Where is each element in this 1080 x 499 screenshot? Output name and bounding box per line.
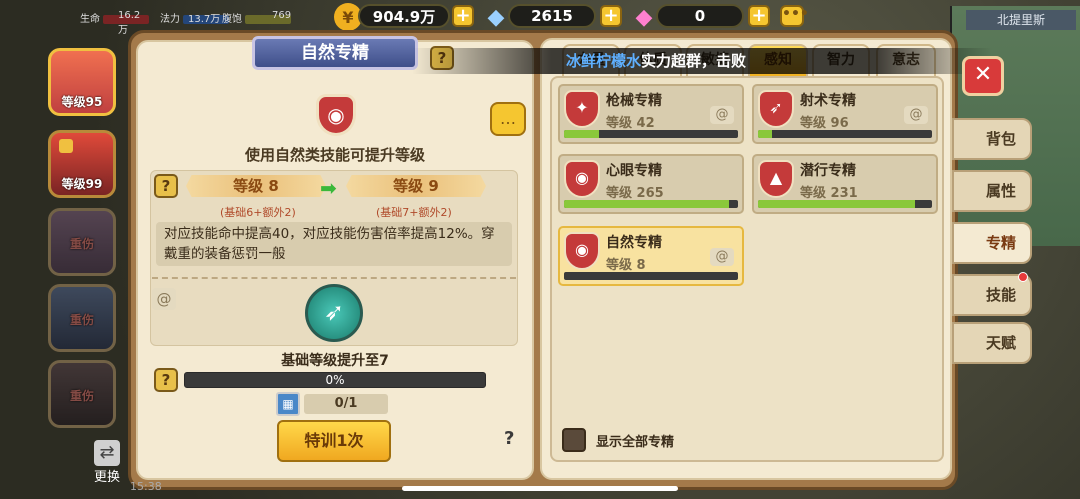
chat-time: 15:38 [130, 480, 162, 493]
top-status-bar: 生命 16.2万 法力 13.7万 腹饱 769 ¥ 904.9万 + ◆ 26… [0, 0, 1080, 36]
base-help-button[interactable]: ? [154, 368, 178, 392]
train-once-button[interactable]: 特训1次 [277, 420, 391, 462]
injured-label: 重伤 [69, 313, 94, 327]
side-tab-mastery[interactable]: 专精 [952, 222, 1032, 264]
more-menu-button[interactable]: ••• [780, 5, 809, 27]
hunger-value: 769 [272, 10, 292, 21]
announcement-banner: 冰鲜柠檬水实力超群，击败 [412, 48, 992, 74]
next-breakdown: (基础7+额外2) [376, 206, 452, 219]
mastery-card-archery[interactable]: ➶ 射术专精 等级 96 @ [752, 84, 938, 144]
mastery-level: 等级 8 [606, 258, 646, 273]
pink-gem-icon: ◆ [635, 4, 653, 30]
hp-label: 生命 [80, 14, 100, 25]
current-breakdown: (基础6+额外2) [220, 206, 296, 219]
arrow-right-icon: ➡ [320, 176, 337, 200]
mastery-name: 枪械专精 [606, 93, 662, 109]
mastery-progress [564, 272, 738, 280]
eye-icon: ◉ [564, 160, 600, 198]
help-icon[interactable]: ? [504, 428, 514, 449]
mastery-name: 射术专精 [800, 93, 856, 109]
mp-value: 13.7万 [188, 14, 221, 25]
diamond-amount: 2615 [508, 4, 596, 28]
archery-icon: ➶ [758, 90, 794, 128]
swap-icon: ⇄ [94, 440, 120, 466]
base-level-text: 基础等级提升至7 [281, 353, 389, 369]
mastery-progress [564, 200, 738, 208]
close-button[interactable]: ✕ [962, 56, 1004, 96]
portrait-1[interactable]: 等级95 [48, 48, 116, 116]
mastery-name: 潜行专精 [800, 163, 856, 179]
page-title: 自然专精 [252, 36, 418, 70]
hunger-stat: 腹饱 769 [222, 10, 292, 25]
injured-label: 重伤 [69, 237, 94, 251]
nature-skill-icon[interactable]: ➶ [305, 284, 363, 342]
portrait-level: 等级99 [61, 177, 103, 191]
mastery-progress-fill [564, 130, 599, 138]
training-progress-bar: 0% [184, 372, 486, 388]
level-help-button[interactable]: ? [154, 174, 178, 198]
hp-stat: 生命 16.2万 [80, 10, 150, 36]
effect-text: 对应技能命中提高40，对应技能伤害倍率提高12%。穿戴重的装备惩罚一般 [156, 222, 512, 266]
item-count: 0/1 [304, 394, 388, 414]
swap-button[interactable]: ⇄ 更换 [94, 440, 128, 485]
mastery-card-firearms[interactable]: ✦ 枪械专精 等级 42 @ [558, 84, 744, 144]
hunger-label: 腹饱 [222, 14, 242, 25]
party-portraits: 等级95 等级99 重伤 重伤 重伤 [44, 48, 122, 488]
nature-icon: ◉ [564, 232, 600, 270]
mastery-level: 等级 265 [606, 186, 664, 201]
mastery-name: 心眼专精 [606, 163, 662, 179]
mastery-progress [564, 130, 738, 138]
show-all-checkbox[interactable] [562, 428, 586, 452]
gold-amount: 904.9万 [358, 4, 450, 28]
swirl-icon: @ [904, 106, 928, 124]
side-tab-talents[interactable]: 天赋 [952, 322, 1032, 364]
lock-icon [59, 139, 73, 153]
training-scroll-icon: ▦ [276, 392, 300, 416]
mp-stat: 法力 13.7万 [160, 10, 230, 25]
portrait-2[interactable]: 等级99 [48, 130, 116, 198]
swirl-icon: @ [710, 248, 734, 266]
training-item-row: ▦ 0/1 [276, 392, 390, 416]
mastery-progress-fill [758, 200, 915, 208]
side-tab-bag[interactable]: 背包 [952, 118, 1032, 160]
mastery-card-stealth[interactable]: ▲ 潜行专精 等级 231 [752, 154, 938, 214]
current-level: 等级 8 [186, 175, 326, 197]
nature-mastery-icon: ◉ [316, 94, 356, 136]
injured-label: 重伤 [69, 389, 94, 403]
notification-dot [1018, 272, 1028, 282]
pink-gem-amount: 0 [656, 4, 744, 28]
add-gold-button[interactable]: + [452, 5, 474, 27]
portrait-5[interactable]: 重伤 [48, 360, 116, 428]
diamond-icon: ◆ [487, 4, 505, 30]
mastery-progress-fill [564, 200, 730, 208]
mastery-level: 等级 231 [800, 186, 858, 201]
mastery-progress-fill [758, 130, 772, 138]
add-pink-gem-button[interactable]: + [748, 5, 770, 27]
portrait-4[interactable]: 重伤 [48, 284, 116, 352]
hood-icon: ▲ [758, 160, 794, 198]
swirl-icon: @ [152, 288, 176, 310]
mp-label: 法力 [160, 14, 180, 25]
mastery-description: 使用自然类技能可提升等级 [244, 146, 425, 164]
swirl-icon: @ [710, 106, 734, 124]
mastery-progress [758, 130, 932, 138]
chat-bubble-button[interactable]: … [490, 102, 526, 136]
mastery-progress [758, 200, 932, 208]
mastery-card-mind-eye[interactable]: ◉ 心眼专精 等级 265 [558, 154, 744, 214]
portrait-level: 等级95 [61, 95, 103, 109]
banner-player-name: 冰鲜柠檬水 [566, 52, 642, 70]
next-level: 等级 9 [346, 175, 486, 197]
banner-message: 实力超群，击败 [641, 52, 747, 70]
show-all-label: 显示全部专精 [596, 435, 675, 450]
dashed-divider [152, 277, 516, 279]
firearms-icon: ✦ [564, 90, 600, 128]
side-tab-attributes[interactable]: 属性 [952, 170, 1032, 212]
mastery-level: 等级 96 [800, 116, 849, 131]
portrait-3[interactable]: 重伤 [48, 208, 116, 276]
home-indicator[interactable] [402, 486, 678, 491]
add-diamond-button[interactable]: + [600, 5, 622, 27]
mastery-name: 自然专精 [606, 235, 662, 251]
mastery-level: 等级 42 [606, 116, 655, 131]
mastery-card-nature[interactable]: ◉ 自然专精 等级 8 @ [558, 226, 744, 286]
